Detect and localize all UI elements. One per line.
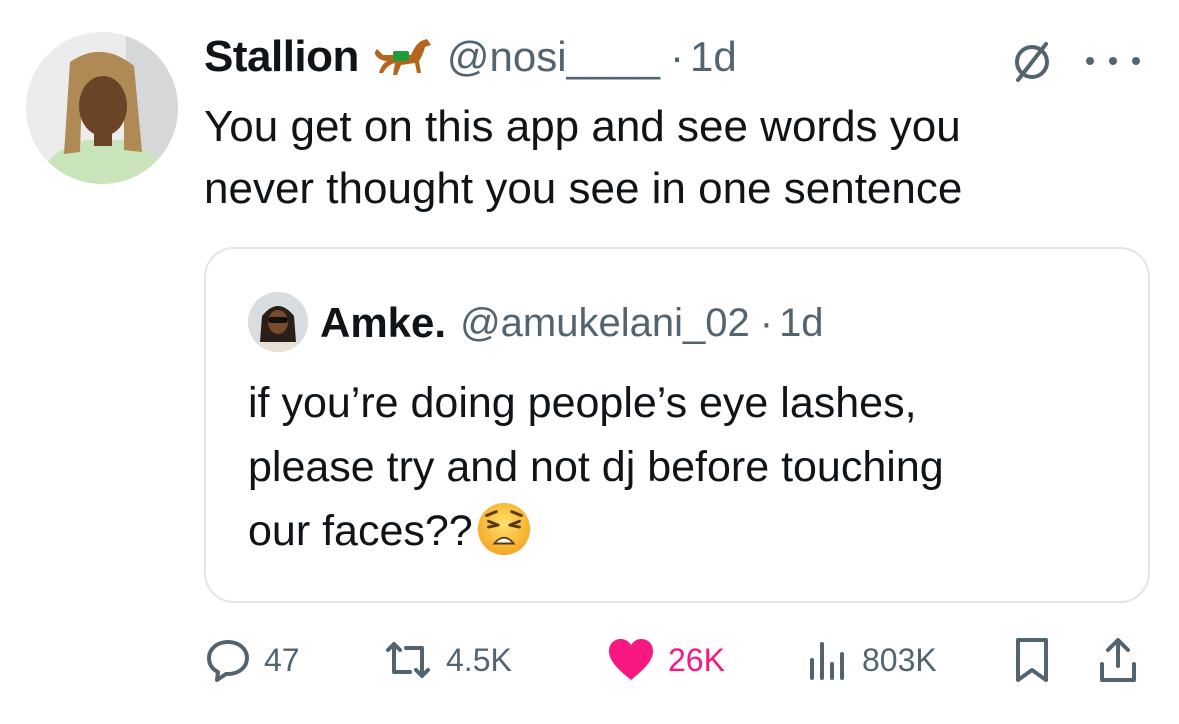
quoted-tweet-time[interactable]: 1d (779, 301, 824, 346)
quoted-text-line: our faces?? (248, 507, 473, 555)
tweet-header: Stallion @nosi____ · 1d (204, 26, 737, 88)
quoted-author-display-name[interactable]: Amke. (320, 299, 446, 347)
views-count: 803K (862, 641, 937, 678)
quoted-header-separator: · (759, 300, 774, 345)
tweet-time[interactable]: 1d (690, 33, 737, 81)
author-display-name[interactable]: Stallion (204, 32, 359, 82)
horse-icon (374, 39, 431, 75)
edit-icon[interactable] (1008, 38, 1056, 86)
author-avatar[interactable] (26, 32, 178, 184)
quoted-author-avatar[interactable] (248, 292, 308, 352)
tweet-text-line: never thought you see in one sentence (204, 164, 963, 213)
quoted-author-handle[interactable]: @amukelani_02 (460, 301, 750, 346)
repost-count: 4.5K (446, 641, 512, 678)
tweet-text: You get on this app and see words you ne… (204, 96, 1144, 220)
like-count: 26K (668, 641, 725, 678)
more-icon[interactable] (1078, 46, 1148, 76)
quoted-avatar-image (248, 292, 308, 352)
views-icon (810, 642, 844, 680)
share-icon (1100, 638, 1136, 682)
quoted-text-line: if you’re doing people’s eye lashes, (248, 379, 917, 427)
reply-icon (207, 640, 249, 682)
quoted-text-line-last: our faces?? (248, 499, 1128, 563)
like-button[interactable]: 26K (606, 632, 725, 688)
quoted-tweet-text: if you’re doing people’s eye lashes, ple… (248, 371, 1128, 563)
header-separator: · (670, 33, 685, 80)
reply-button[interactable]: 47 (204, 632, 300, 688)
quoted-tweet-header: Amke. @amukelani_02 · 1d (320, 293, 824, 353)
author-avatar-image (26, 32, 178, 184)
bookmark-icon (1016, 638, 1048, 682)
share-button[interactable] (1096, 632, 1140, 688)
tweet-action-bar: 47 4.5K 26K 803K (0, 632, 1179, 688)
views-button[interactable]: 803K (804, 632, 937, 688)
tweet-text-line: You get on this app and see words you (204, 102, 961, 151)
quoted-tweet-card[interactable]: Amke. @amukelani_02 · 1d if you’re doing… (204, 247, 1150, 603)
repost-icon (386, 642, 430, 678)
weary-face-emoji (477, 502, 530, 555)
heart-filled-icon (609, 639, 653, 680)
bookmark-button[interactable] (1010, 632, 1054, 688)
repost-button[interactable]: 4.5K (382, 632, 512, 688)
quoted-text-line: please try and not dj before touching (248, 443, 944, 491)
author-handle[interactable]: @nosi____ (447, 33, 660, 81)
reply-count: 47 (264, 641, 300, 678)
